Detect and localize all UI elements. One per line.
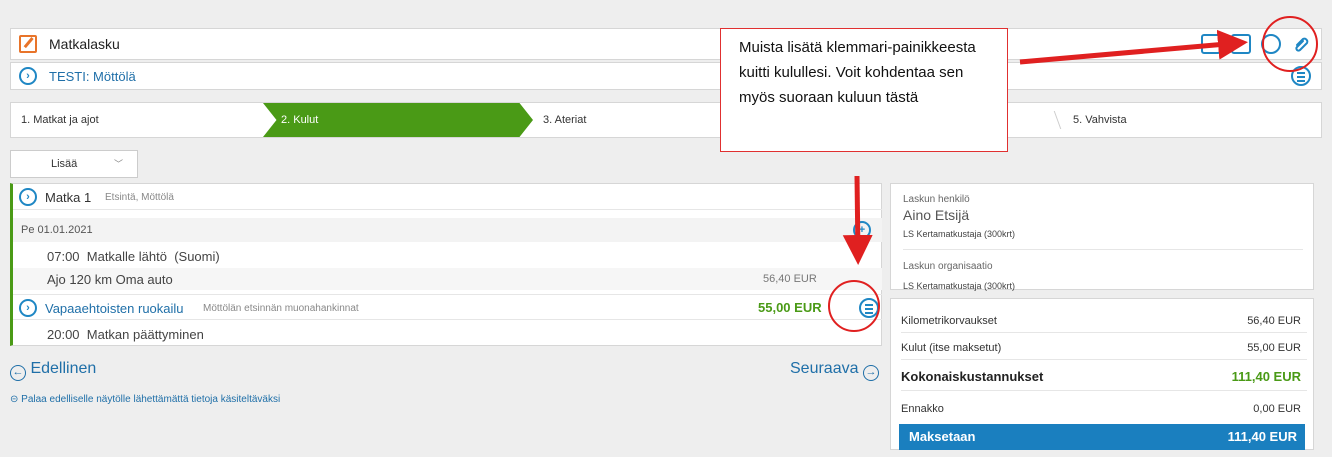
- annotation-arrows: [842, 29, 1248, 265]
